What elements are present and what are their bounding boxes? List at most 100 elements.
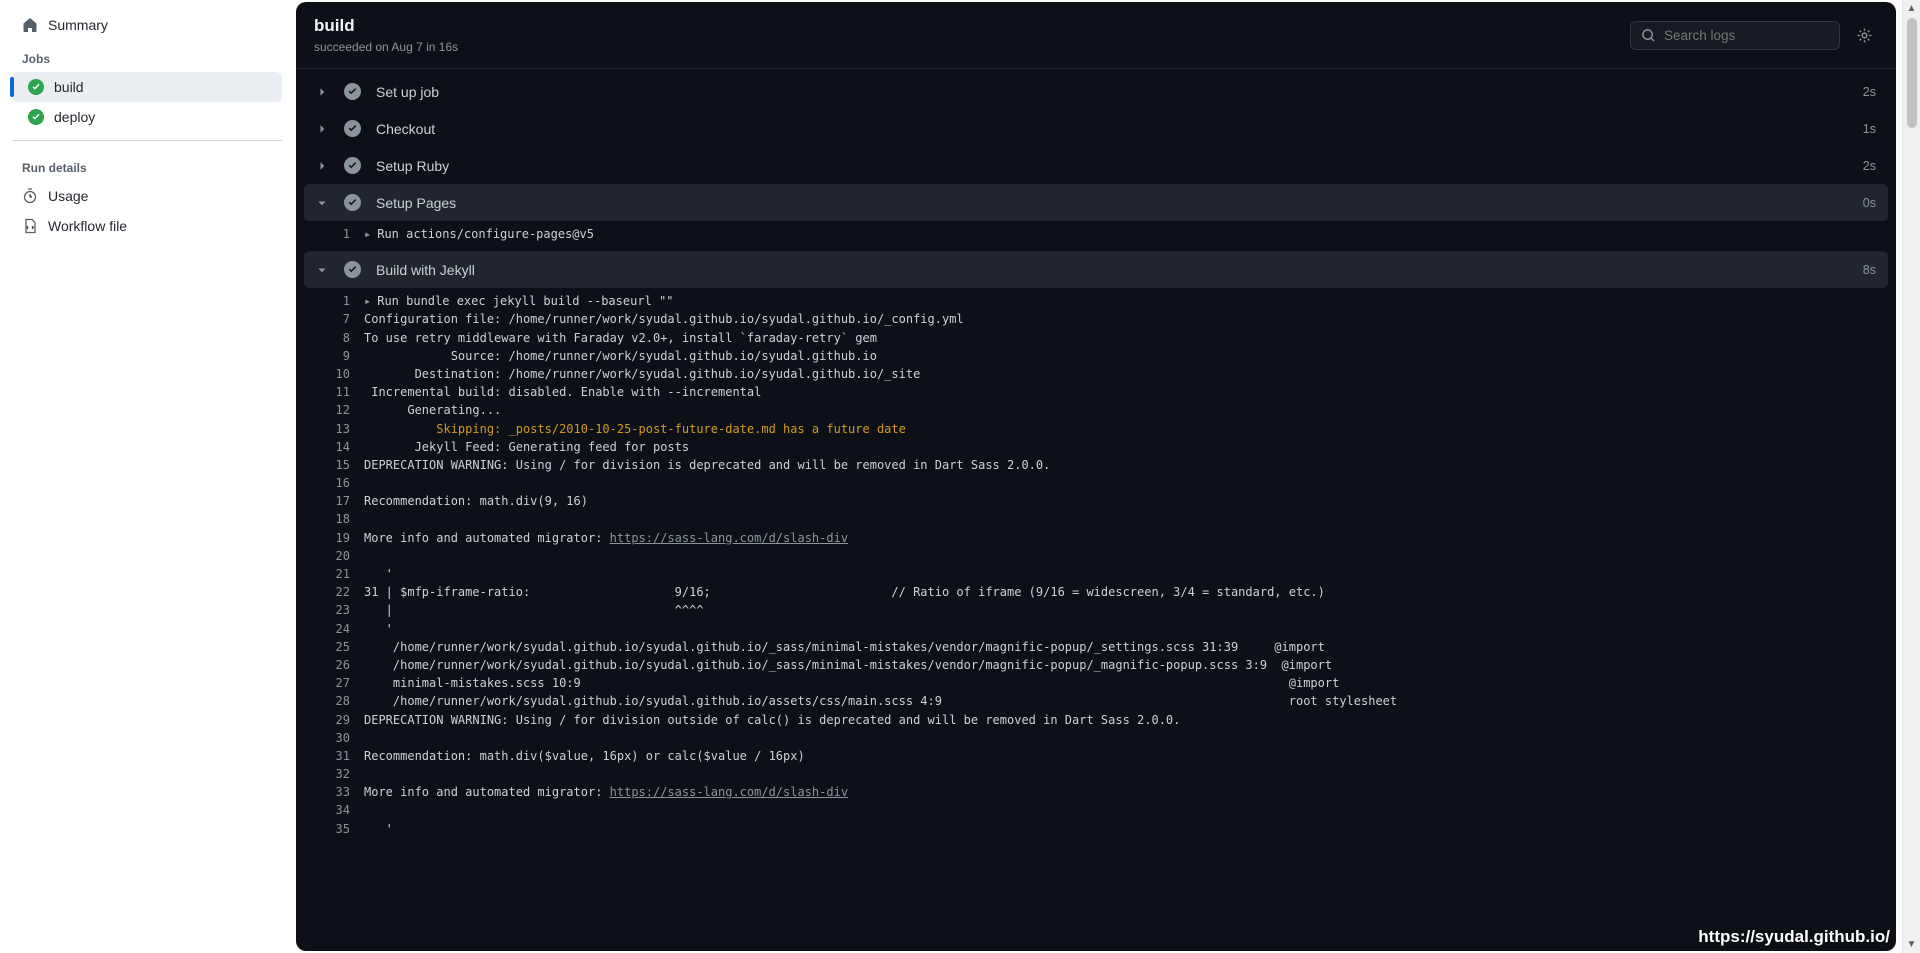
line-content: /home/runner/work/syudal.github.io/syuda…: [364, 639, 1876, 655]
log-line[interactable]: 24 ': [304, 620, 1888, 638]
log-line[interactable]: 35 ': [304, 820, 1888, 838]
log-line[interactable]: 19More info and automated migrator: http…: [304, 529, 1888, 547]
log-panel: build succeeded on Aug 7 in 16s Set up j…: [296, 2, 1896, 951]
line-number: 20: [316, 548, 350, 564]
log-line[interactable]: 2231 | $mfp-iframe-ratio: 9/16; // Ratio…: [304, 583, 1888, 601]
log-line[interactable]: 18: [304, 510, 1888, 528]
summary-link[interactable]: Summary: [12, 10, 282, 40]
line-content: ': [364, 821, 1876, 837]
line-content: Configuration file: /home/runner/work/sy…: [364, 311, 1876, 327]
job-deploy[interactable]: deploy: [12, 102, 282, 132]
line-content: ▸Run bundle exec jekyll build --baseurl …: [364, 293, 1876, 309]
log-settings-button[interactable]: [1850, 21, 1878, 49]
caret-right-icon: ▸: [364, 294, 371, 308]
step-row[interactable]: Setup Ruby2s: [304, 147, 1888, 184]
job-deploy-label: deploy: [54, 109, 95, 125]
line-number: 29: [316, 712, 350, 728]
search-icon: [1641, 28, 1656, 43]
check-icon: [344, 83, 362, 100]
log-line[interactable]: 15DEPRECATION WARNING: Using / for divis…: [304, 456, 1888, 474]
log-line[interactable]: 1▸Run actions/configure-pages@v5: [304, 225, 1888, 243]
summary-label: Summary: [48, 17, 108, 33]
log-line[interactable]: 17 Recommendation: math.div(9, 16): [304, 492, 1888, 510]
line-content: Incremental build: disabled. Enable with…: [364, 384, 1876, 400]
line-number: 21: [316, 566, 350, 582]
log-line[interactable]: 21 ': [304, 565, 1888, 583]
line-number: 34: [316, 802, 350, 818]
chevron-right-icon: [316, 86, 330, 98]
log-line[interactable]: 20: [304, 547, 1888, 565]
scroll-up-arrow[interactable]: ▲: [1907, 3, 1917, 14]
step-row[interactable]: Set up job2s: [304, 73, 1888, 110]
chevron-right-icon: [316, 160, 330, 172]
line-content: Recommendation: math.div($value, 16px) o…: [364, 748, 1876, 764]
usage-link[interactable]: Usage: [12, 181, 282, 211]
log-search-input[interactable]: [1664, 28, 1829, 43]
line-number: 28: [316, 693, 350, 709]
line-content: DEPRECATION WARNING: Using / for divisio…: [364, 457, 1876, 473]
log-line[interactable]: 9 Source: /home/runner/work/syudal.githu…: [304, 347, 1888, 365]
log-link[interactable]: https://sass-lang.com/d/slash-div: [610, 531, 848, 545]
line-number: 17: [316, 493, 350, 509]
log-line[interactable]: 34: [304, 801, 1888, 819]
log-line[interactable]: 12 Generating...: [304, 401, 1888, 419]
log-search[interactable]: [1630, 21, 1840, 50]
log-line[interactable]: 7 Configuration file: /home/runner/work/s…: [304, 310, 1888, 328]
line-number: 1: [316, 293, 350, 309]
job-subtitle: succeeded on Aug 7 in 16s: [314, 40, 458, 54]
browser-scrollbar[interactable]: ▲ ▼: [1902, 0, 1920, 953]
log-line[interactable]: 28 /home/runner/work/syudal.github.io/sy…: [304, 692, 1888, 710]
step-row[interactable]: Checkout 1s: [304, 110, 1888, 147]
line-number: 14: [316, 439, 350, 455]
gear-icon: [1856, 27, 1873, 44]
log-line[interactable]: 11 Incremental build: disabled. Enable w…: [304, 383, 1888, 401]
log-line[interactable]: 14 Jekyll Feed: Generating feed for post…: [304, 438, 1888, 456]
job-build[interactable]: build: [12, 72, 282, 102]
log-line[interactable]: 30: [304, 729, 1888, 747]
log-line[interactable]: 25 /home/runner/work/syudal.github.io/sy…: [304, 638, 1888, 656]
line-number: 1: [316, 226, 350, 242]
workflow-file-icon: [22, 218, 38, 234]
check-icon: [344, 261, 362, 278]
log-link[interactable]: https://sass-lang.com/d/slash-div: [610, 785, 848, 799]
log-line[interactable]: 27 minimal-mistakes.scss 10:9 @import: [304, 674, 1888, 692]
step-duration: 0s: [1863, 196, 1876, 210]
log-line[interactable]: 23 | ^^^^: [304, 601, 1888, 619]
line-number: 16: [316, 475, 350, 491]
scroll-down-arrow[interactable]: ▼: [1907, 939, 1917, 950]
check-icon: [28, 79, 44, 95]
line-number: 30: [316, 730, 350, 746]
usage-label: Usage: [48, 188, 88, 204]
line-number: 7: [316, 311, 350, 327]
log-line[interactable]: 29DEPRECATION WARNING: Using / for divis…: [304, 711, 1888, 729]
workflow-file-link[interactable]: Workflow file: [12, 211, 282, 241]
line-content: More info and automated migrator: https:…: [364, 784, 1876, 800]
log-line[interactable]: 8To use retry middleware with Faraday v2…: [304, 329, 1888, 347]
step-row[interactable]: Build with Jekyll8s: [304, 251, 1888, 288]
log-line[interactable]: 10 Destination: /home/runner/work/syudal…: [304, 365, 1888, 383]
step-duration: 1s: [1863, 122, 1876, 136]
log-line[interactable]: 13 Skipping: _posts/2010-10-25-post-futu…: [304, 420, 1888, 438]
scroll-thumb[interactable]: [1907, 18, 1917, 128]
run-details-heading: Run details: [12, 149, 282, 181]
log-line[interactable]: 33More info and automated migrator: http…: [304, 783, 1888, 801]
line-number: 26: [316, 657, 350, 673]
line-content: More info and automated migrator: https:…: [364, 530, 1876, 546]
step-name: Setup Ruby: [376, 158, 1849, 174]
line-number: 35: [316, 821, 350, 837]
log-line[interactable]: 31Recommendation: math.div($value, 16px)…: [304, 747, 1888, 765]
home-icon: [22, 17, 38, 33]
line-number: 13: [316, 421, 350, 437]
step-name: Checkout: [376, 121, 1849, 137]
line-content: To use retry middleware with Faraday v2.…: [364, 330, 1876, 346]
line-content: Jekyll Feed: Generating feed for posts: [364, 439, 1876, 455]
step-row[interactable]: Setup Pages0s: [304, 184, 1888, 221]
step-name: Build with Jekyll: [376, 262, 1849, 278]
log-line[interactable]: 26 /home/runner/work/syudal.github.io/sy…: [304, 656, 1888, 674]
chevron-down-icon: [316, 264, 330, 276]
line-number: 24: [316, 621, 350, 637]
log-line[interactable]: 16: [304, 474, 1888, 492]
log-line[interactable]: 1 ▸Run bundle exec jekyll build --baseurl…: [304, 292, 1888, 310]
line-content: Recommendation: math.div(9, 16): [364, 493, 1876, 509]
log-line[interactable]: 32: [304, 765, 1888, 783]
